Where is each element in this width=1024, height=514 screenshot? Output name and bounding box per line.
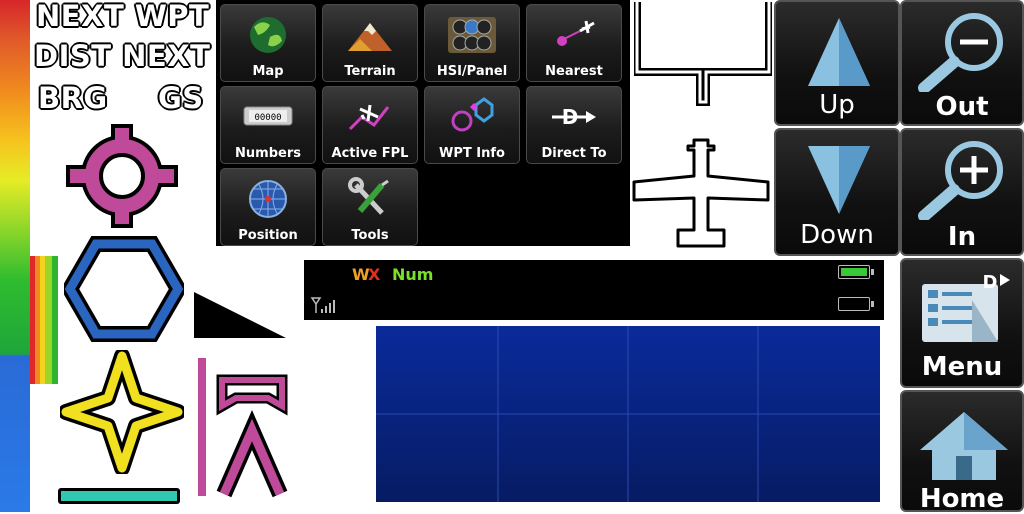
menu-tile-position[interactable]: Position <box>220 168 316 246</box>
next-wpt-label: NEXT WPT <box>35 0 210 33</box>
down-label: Down <box>800 220 874 250</box>
numbers-icon: 00000 <box>243 106 293 126</box>
up-label: Up <box>819 90 855 120</box>
target-crosshair-icon <box>66 124 178 228</box>
up-arrow-icon <box>808 18 870 86</box>
bracket-symbol-icon <box>634 2 772 106</box>
menu-tile-nearest[interactable]: Nearest <box>526 4 622 82</box>
menu-tile-label: Terrain <box>344 64 396 79</box>
menu-tile-label: HSI/Panel <box>436 64 508 79</box>
direct-to-icon: D <box>552 105 596 129</box>
up-button[interactable]: Up <box>774 0 900 126</box>
svg-text:D: D <box>562 105 579 129</box>
nearest-icon <box>557 20 595 46</box>
bottom-status-bar <box>304 290 884 320</box>
active-fpl-icon <box>348 104 390 131</box>
menu-tile-label: Direct To <box>541 146 607 161</box>
terrain-icon <box>348 23 392 51</box>
home-icon <box>920 412 1008 480</box>
map-background-area <box>376 326 884 506</box>
menu-tile-label: Numbers <box>235 146 301 161</box>
battery-empty-icon <box>838 297 870 311</box>
menu-tile-terrain[interactable]: Terrain <box>322 4 418 82</box>
position-icon <box>249 180 287 218</box>
map-grid-lines <box>376 326 880 502</box>
zoom-in-icon <box>918 141 1003 220</box>
wx-label-x: X <box>368 265 381 284</box>
menu-button[interactable]: D Menu <box>900 258 1024 388</box>
hexagon-waypoint-icon <box>64 236 184 342</box>
hsi-panel-icon <box>448 17 496 53</box>
menu-tile-hsi-panel[interactable]: HSI/Panel <box>424 4 520 82</box>
menu-tile-label: Map <box>252 64 284 79</box>
menu-tile-label: Active FPL <box>331 146 409 161</box>
menu-tile-wpt-info[interactable]: WPT Info <box>424 86 520 164</box>
gs-label: GS <box>157 81 204 115</box>
down-arrow-icon <box>808 146 870 214</box>
top-status-bar: W X Num <box>304 260 884 290</box>
main-menu-panel: Map Terrain HSI/Panel Nearest 00000 Numb… <box>216 0 630 246</box>
menu-tile-label: Tools <box>351 228 389 243</box>
airplane-ownship-icon <box>632 138 770 248</box>
menu-tile-direct-to[interactable]: D Direct To <box>526 86 622 164</box>
out-label: Out <box>935 92 989 122</box>
signal-strength-icon <box>310 297 335 313</box>
down-button[interactable]: Down <box>774 128 900 256</box>
battery-tip <box>871 269 874 275</box>
svg-text:00000: 00000 <box>254 113 281 123</box>
zoom-out-icon <box>918 13 1003 92</box>
menu-tile-label: Position <box>238 228 298 243</box>
magenta-line-symbol <box>198 358 206 496</box>
menu-tile-active-fpl[interactable]: Active FPL <box>322 86 418 164</box>
color-bar-swatches <box>30 256 58 384</box>
battery-tip <box>871 301 874 307</box>
num-label: Num <box>392 265 434 284</box>
tools-icon <box>348 177 389 215</box>
wpt-info-icon <box>451 97 494 132</box>
svg-text:D: D <box>983 272 998 293</box>
menu-list-icon: D <box>922 272 1010 342</box>
wx-label-w: W <box>352 265 370 284</box>
menu-tile-map[interactable]: Map <box>220 4 316 82</box>
home-label: Home <box>919 484 1005 514</box>
menu-tile-tools[interactable]: Tools <box>322 168 418 246</box>
menu-label: Menu <box>921 352 1003 382</box>
in-label: In <box>947 222 977 252</box>
menu-tile-label: Nearest <box>545 64 603 79</box>
menu-tile-numbers[interactable]: 00000 Numbers <box>220 86 316 164</box>
zoom-in-button[interactable]: In <box>900 128 1024 256</box>
wedge-pointer-icon <box>194 292 286 338</box>
color-gradient-strip <box>0 0 30 512</box>
zoom-out-button[interactable]: Out <box>900 0 1024 126</box>
magenta-bracket-chevron-icon <box>216 374 288 498</box>
home-button[interactable]: Home <box>900 390 1024 514</box>
map-icon <box>250 17 286 53</box>
battery-full-icon <box>838 265 870 279</box>
dist-next-label: DIST NEXT <box>33 39 211 73</box>
four-point-star-icon <box>60 350 184 474</box>
menu-tile-label: WPT Info <box>439 146 505 161</box>
teal-line-symbol <box>61 491 177 501</box>
brg-label: BRG <box>37 81 108 115</box>
